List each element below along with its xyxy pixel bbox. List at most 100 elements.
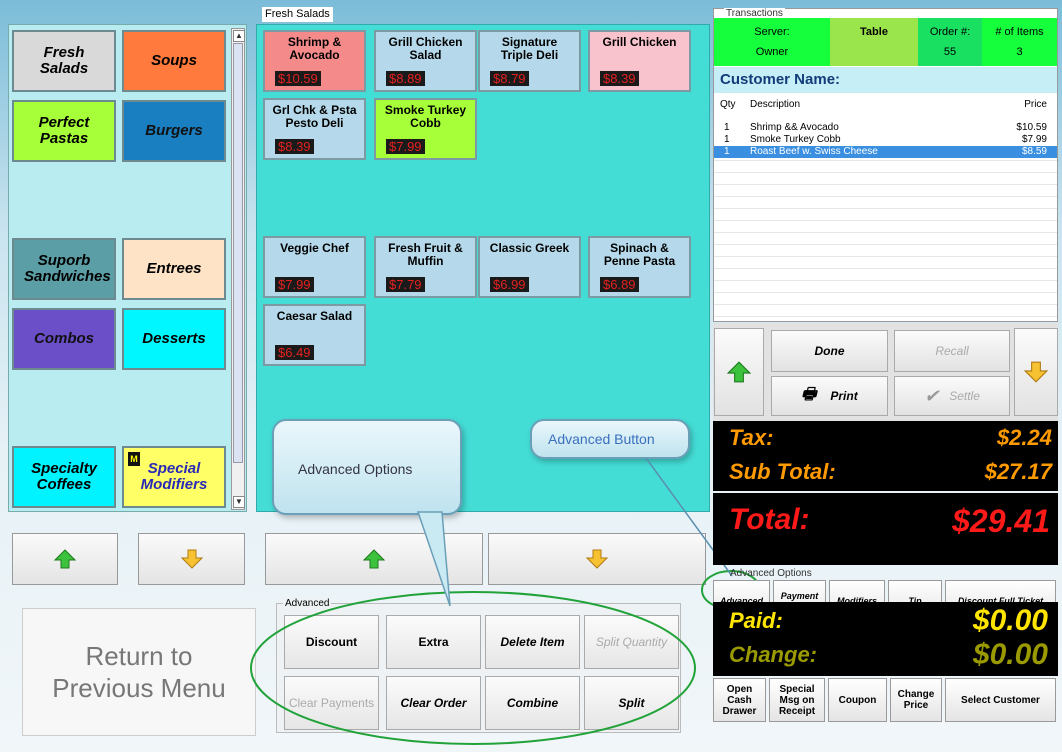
category-soups[interactable]: Soups — [122, 30, 226, 92]
done-button[interactable]: Done — [771, 330, 888, 372]
arrow-up-icon — [363, 549, 385, 569]
grid-line — [714, 172, 1057, 173]
callout-advanced-options-text: Advanced Options — [298, 461, 413, 477]
recall-button[interactable]: Recall — [894, 330, 1010, 372]
menu-item-grill-chicken[interactable]: Grill Chicken $8.39 — [588, 30, 691, 92]
item-price: $6.49 — [275, 345, 314, 360]
transaction-row[interactable]: 1 Shrimp && Avocado $10.59 — [714, 122, 1057, 134]
menu-item-classic-greek[interactable]: Classic Greek $6.99 — [478, 236, 581, 298]
category-burgers[interactable]: Burgers — [122, 100, 226, 162]
transaction-row[interactable]: 1 Smoke Turkey Cobb $7.99 — [714, 134, 1057, 146]
open-cash-drawer-button[interactable]: Open Cash Drawer — [713, 678, 766, 722]
menu-item-grill-chicken-salad[interactable]: Grill Chicken Salad $8.89 — [374, 30, 477, 92]
item-price: $7.99 — [386, 139, 425, 154]
menu-item-signature-triple-deli[interactable]: Signature Triple Deli $8.79 — [478, 30, 581, 92]
category-scrollbar[interactable]: ▲ ▼ — [231, 28, 245, 510]
grid-line — [714, 280, 1057, 281]
grid-line — [714, 292, 1057, 293]
item-name: Veggie Chef — [280, 241, 349, 255]
customer-name[interactable]: Customer Name: — [714, 67, 1057, 93]
category-label: Suporb Sandwiches — [24, 252, 111, 285]
paid-change-box: Paid: $0.00 Change: $0.00 — [713, 602, 1058, 676]
category-label: Burgers — [145, 122, 203, 139]
item-name: Smoke Turkey Cobb — [384, 103, 467, 130]
server-value: Owner — [755, 46, 789, 58]
menu-item-caesar-salad[interactable]: Caesar Salad $6.49 — [263, 304, 366, 366]
server-cell: Server: Owner — [714, 18, 830, 66]
print-label: Print — [830, 389, 858, 403]
category-down-button[interactable] — [138, 533, 245, 585]
change-value: $0.00 — [972, 638, 1048, 671]
grid-line — [714, 220, 1057, 221]
row-desc: Shrimp && Avocado — [750, 122, 839, 133]
category-label: Fresh Salads — [39, 44, 89, 77]
settle-label: Settle — [949, 389, 980, 403]
return-to-previous-menu-button[interactable]: Return to Previous Menu — [22, 608, 256, 736]
category-label: Specialty Coffees — [31, 460, 97, 493]
highlight-ellipse — [250, 591, 696, 745]
item-price: $10.59 — [275, 71, 321, 86]
item-name: Caesar Salad — [276, 309, 353, 323]
menu-item-spinach-penne-pasta[interactable]: Spinach & Penne Pasta $6.89 — [588, 236, 691, 298]
checkmark-icon: ✔ — [924, 385, 940, 406]
category-entrees[interactable]: Entrees — [122, 238, 226, 300]
row-price: $8.59 — [1021, 146, 1047, 157]
row-qty: 1 — [724, 146, 730, 157]
grid-line — [714, 196, 1057, 197]
modifier-badge: M — [128, 452, 140, 466]
category-up-button[interactable] — [12, 533, 118, 585]
menu-item-smoke-turkey-cobb[interactable]: Smoke Turkey Cobb $7.99 — [374, 98, 477, 160]
items-count-cell: # of Items 3 — [982, 18, 1057, 66]
arrow-down-icon — [586, 549, 608, 569]
special-msg-on-receipt-button[interactable]: Special Msg on Receipt — [769, 678, 825, 722]
menu-item-veggie-chef[interactable]: Veggie Chef $7.99 — [263, 236, 366, 298]
return-button-label: Return to Previous Menu — [52, 641, 226, 703]
item-name: Fresh Fruit & Muffin — [388, 241, 463, 268]
menu-item-shrimp-avocado[interactable]: Shrimp & Avocado $10.59 — [263, 30, 366, 92]
items-panel-label: Fresh Salads — [262, 7, 333, 22]
arrow-down-icon — [1024, 361, 1048, 383]
select-customer-button[interactable]: Select Customer — [945, 678, 1056, 722]
category-fresh-salads[interactable]: Fresh Salads — [12, 30, 116, 92]
grid-line — [714, 316, 1057, 317]
category-combos[interactable]: Combos — [12, 308, 116, 370]
category-perfect-pastas[interactable]: Perfect Pastas — [12, 100, 116, 162]
order-label: Order #: — [929, 26, 971, 38]
category-desserts[interactable]: Desserts — [122, 308, 226, 370]
category-special-modifiers[interactable]: M Special Modifiers — [122, 446, 226, 508]
category-specialty-coffees[interactable]: Specialty Coffees — [12, 446, 116, 508]
grid-line — [714, 244, 1057, 245]
item-price: $8.39 — [275, 139, 314, 154]
grid-line — [714, 232, 1057, 233]
item-price: $8.39 — [600, 71, 639, 86]
grid-line — [714, 184, 1057, 185]
scroll-down-icon[interactable]: ▼ — [233, 496, 245, 508]
print-button[interactable]: 🖶 Print — [771, 376, 888, 416]
menu-item-fresh-fruit-muffin[interactable]: Fresh Fruit & Muffin $7.79 — [374, 236, 477, 298]
category-suporb-sandwiches[interactable]: Suporb Sandwiches — [12, 238, 116, 300]
tax-label: Tax: — [729, 425, 774, 450]
arrow-up-icon — [727, 361, 751, 383]
subtotal-label: Sub Total: — [729, 459, 836, 484]
transaction-up-button[interactable] — [714, 328, 764, 416]
items-count-value: 3 — [1016, 46, 1023, 58]
subtotal-value: $27.17 — [984, 459, 1052, 484]
grid-line — [714, 160, 1057, 161]
item-price: $7.79 — [386, 277, 425, 292]
callout-advanced-button-text: Advanced Button — [548, 431, 655, 447]
grid-line — [714, 304, 1057, 305]
settle-button[interactable]: ✔ Settle — [894, 376, 1010, 416]
change-price-button[interactable]: Change Price — [890, 678, 942, 722]
scroll-up-icon[interactable]: ▲ — [233, 30, 245, 42]
category-label: Desserts — [142, 330, 206, 347]
menu-item-grl-chk-psta-pesto-deli[interactable]: Grl Chk & Psta Pesto Deli $8.39 — [263, 98, 366, 160]
transaction-row[interactable]: 1 Roast Beef w. Swiss Cheese $8.59 — [714, 146, 1057, 158]
coupon-button[interactable]: Coupon — [828, 678, 887, 722]
items-count-label: # of Items — [995, 26, 1044, 38]
item-price: $6.99 — [490, 277, 529, 292]
row-price: $10.59 — [1016, 122, 1047, 133]
scroll-thumb[interactable] — [233, 43, 243, 463]
transaction-down-button[interactable] — [1014, 328, 1058, 416]
order-value: 55 — [943, 46, 957, 58]
row-qty: 1 — [724, 122, 730, 133]
